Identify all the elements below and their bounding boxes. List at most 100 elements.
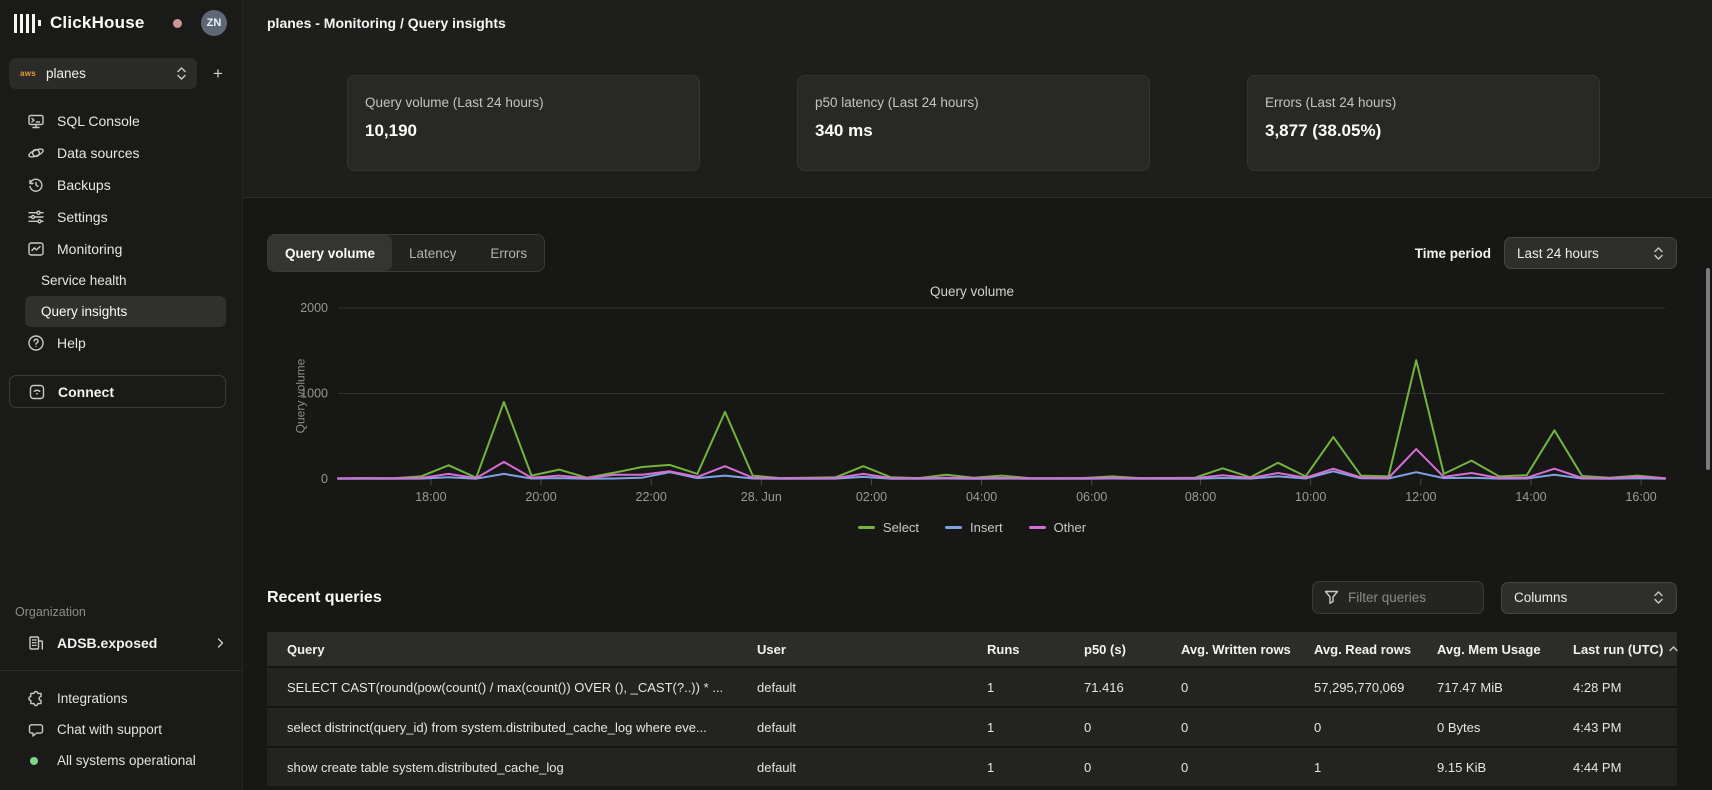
connect-icon [28,383,46,401]
main-area: planes - Monitoring / Query insights Que… [243,0,1712,790]
sidebar-item-data-sources[interactable]: Data sources [0,137,242,169]
cell-user: default [737,680,967,695]
column-header-written-rows[interactable]: Avg. Written rows [1161,642,1294,657]
legend-item-insert[interactable]: Insert [945,520,1003,535]
cell-p50: 71.416 [1064,680,1161,695]
filter-queries-field [1312,581,1484,614]
stat-label: Errors (Last 24 hours) [1265,95,1582,110]
sidebar-item-chat-support[interactable]: Chat with support [0,714,242,745]
query-volume-chart: Query volume 01000200018:0020:0022:0028.… [267,301,1677,518]
columns-select-label: Columns [1514,590,1567,605]
sidebar-subitem-label: Service health [41,273,127,288]
stat-label: p50 latency (Last 24 hours) [815,95,1132,110]
sidebar-item-label: Chat with support [57,722,162,737]
cell-mem-usage: 717.47 MiB [1417,680,1553,695]
column-header-mem-usage[interactable]: Avg. Mem Usage [1417,642,1553,657]
cell-read-rows: 1 [1294,760,1417,775]
cell-written-rows: 0 [1161,680,1294,695]
sidebar-item-label: Backups [57,177,111,193]
funnel-icon [1324,589,1339,605]
tab-latency[interactable]: Latency [392,235,473,271]
help-icon [27,334,45,352]
svg-text:06:00: 06:00 [1076,490,1107,504]
sidebar-item-service-health[interactable]: Service health [25,265,226,296]
cell-query: show create table system.distributed_cac… [267,760,737,775]
cell-p50: 0 [1064,720,1161,735]
cell-user: default [737,720,967,735]
brand-name: ClickHouse [50,13,145,33]
tab-query-volume[interactable]: Query volume [268,235,392,271]
table-row[interactable]: select distrinct(query_id) from system.d… [267,706,1677,746]
cell-read-rows: 57,295,770,069 [1294,680,1417,695]
page-title: planes - Monitoring / Query insights [267,15,506,31]
sidebar-subitem-label: Query insights [41,304,127,319]
cell-mem-usage: 9.15 KiB [1417,760,1553,775]
cell-runs: 1 [967,760,1064,775]
legend-item-select[interactable]: Select [858,520,919,535]
svg-text:10:00: 10:00 [1295,490,1326,504]
connect-button[interactable]: Connect [9,375,226,408]
sidebar-item-label: SQL Console [57,113,140,129]
globe-icon [27,144,45,162]
sidebar-item-label: Monitoring [57,241,122,257]
avatar[interactable]: ZN [201,10,227,36]
add-service-button[interactable]: + [209,64,227,84]
column-header-user[interactable]: User [737,642,967,657]
columns-select[interactable]: Columns [1501,582,1677,614]
sidebar-item-label: Integrations [57,691,128,706]
legend-label: Select [883,520,919,535]
sidebar-item-help[interactable]: Help [0,327,242,359]
cell-runs: 1 [967,720,1064,735]
table-row[interactable]: show create table system.distributed_cac… [267,746,1677,786]
cell-last-run: 4:43 PM [1553,720,1677,735]
sidebar-item-query-insights[interactable]: Query insights [25,296,226,327]
chevron-right-icon [216,637,225,649]
sidebar-item-monitoring[interactable]: Monitoring [0,233,242,265]
svg-text:08:00: 08:00 [1185,490,1216,504]
time-period-select[interactable]: Last 24 hours [1504,237,1677,269]
system-status-label: All systems operational [57,753,196,768]
organization-selector[interactable]: ADSB.exposed [0,627,242,658]
tab-errors[interactable]: Errors [473,235,544,271]
svg-text:20:00: 20:00 [525,490,556,504]
sidebar-item-sql-console[interactable]: SQL Console [0,105,242,137]
column-header-query[interactable]: Query [267,642,737,657]
legend-item-other[interactable]: Other [1029,520,1087,535]
cell-query: SELECT CAST(round(pow(count() / max(coun… [267,680,737,695]
time-period-value: Last 24 hours [1517,246,1599,261]
service-name: planes [46,66,86,81]
building-icon [27,634,45,652]
status-dot-icon [30,757,38,765]
recent-queries-actions: Columns [1312,581,1677,614]
column-header-last-run[interactable]: Last run (UTC) [1553,642,1678,657]
column-header-p50[interactable]: p50 (s) [1064,642,1161,657]
connect-button-label: Connect [58,384,114,400]
chevron-updown-icon [1653,590,1664,605]
clickhouse-logo-icon [14,14,41,33]
sidebar-item-integrations[interactable]: Integrations [0,683,242,714]
time-period-control: Time period Last 24 hours [1415,237,1677,269]
table-row[interactable]: SELECT CAST(round(pow(count() / max(coun… [267,666,1677,706]
recent-queries-title: Recent queries [267,589,382,607]
system-status[interactable]: All systems operational [0,745,242,776]
history-icon [27,176,45,194]
service-selector[interactable]: aws planes [9,58,197,89]
sidebar-item-backups[interactable]: Backups [0,169,242,201]
cell-user: default [737,760,967,775]
cell-mem-usage: 0 Bytes [1417,720,1553,735]
content: Query volume Latency Errors Time period … [243,198,1712,790]
stats-band: Query volume (Last 24 hours) 10,190 p50 … [243,45,1712,198]
aws-icon: aws [20,69,36,78]
chevron-updown-icon [176,66,187,81]
sidebar-item-settings[interactable]: Settings [0,201,242,233]
column-header-read-rows[interactable]: Avg. Read rows [1294,642,1417,657]
column-header-runs[interactable]: Runs [967,642,1064,657]
cell-read-rows: 0 [1294,720,1417,735]
stat-card-errors: Errors (Last 24 hours) 3,877 (38.05%) [1247,75,1600,171]
chart-legend: Select Insert Other [267,520,1677,535]
svg-text:04:00: 04:00 [966,490,997,504]
recent-queries-header: Recent queries Columns [267,581,1677,614]
chart-controls: Query volume Latency Errors Time period … [267,234,1677,272]
scrollbar-thumb[interactable] [1706,268,1710,470]
chart-plot: 01000200018:0020:0022:0028. Jun02:0004:0… [267,301,1677,513]
